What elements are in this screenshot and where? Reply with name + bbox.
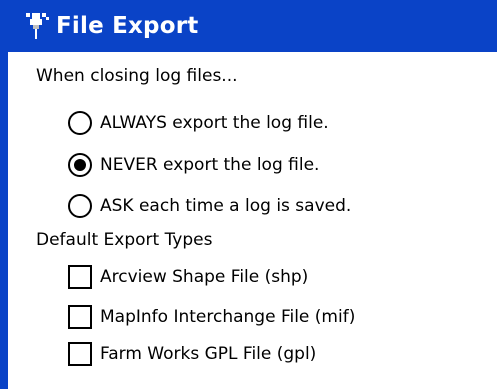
radio-label: NEVER export the log file. bbox=[100, 155, 320, 175]
radio-button[interactable] bbox=[68, 111, 92, 135]
radio-ask-each-time[interactable]: ASK each time a log is saved. bbox=[68, 191, 351, 221]
checkbox-label: Farm Works GPL File (gpl) bbox=[100, 344, 317, 364]
file-export-window: File Export When closing log files... AL… bbox=[0, 0, 497, 389]
radio-label: ALWAYS export the log file. bbox=[100, 113, 329, 133]
checkbox[interactable] bbox=[68, 265, 92, 289]
radio-selected-dot bbox=[74, 159, 86, 171]
radio-button[interactable] bbox=[68, 194, 92, 218]
radio-label: ASK each time a log is saved. bbox=[100, 196, 352, 216]
app-pushpin-icon bbox=[20, 9, 54, 43]
closing-options-heading: When closing log files... bbox=[36, 66, 238, 86]
checkbox-label: MapInfo Interchange File (mif) bbox=[100, 307, 356, 327]
radio-button-selected[interactable] bbox=[68, 153, 92, 177]
radio-never-export[interactable]: NEVER export the log file. bbox=[68, 150, 319, 180]
checkbox-label: Arcview Shape File (shp) bbox=[100, 267, 309, 287]
window-title: File Export bbox=[56, 13, 199, 39]
checkbox-mapinfo-interchange[interactable]: MapInfo Interchange File (mif) bbox=[68, 302, 355, 332]
title-bar: File Export bbox=[8, 0, 497, 52]
checkbox-arcview-shape[interactable]: Arcview Shape File (shp) bbox=[68, 262, 308, 292]
checkbox[interactable] bbox=[68, 305, 92, 329]
radio-always-export[interactable]: ALWAYS export the log file. bbox=[68, 108, 329, 138]
default-export-types-heading: Default Export Types bbox=[36, 230, 213, 250]
checkbox-farm-works-gpl[interactable]: Farm Works GPL File (gpl) bbox=[68, 339, 316, 369]
checkbox[interactable] bbox=[68, 342, 92, 366]
